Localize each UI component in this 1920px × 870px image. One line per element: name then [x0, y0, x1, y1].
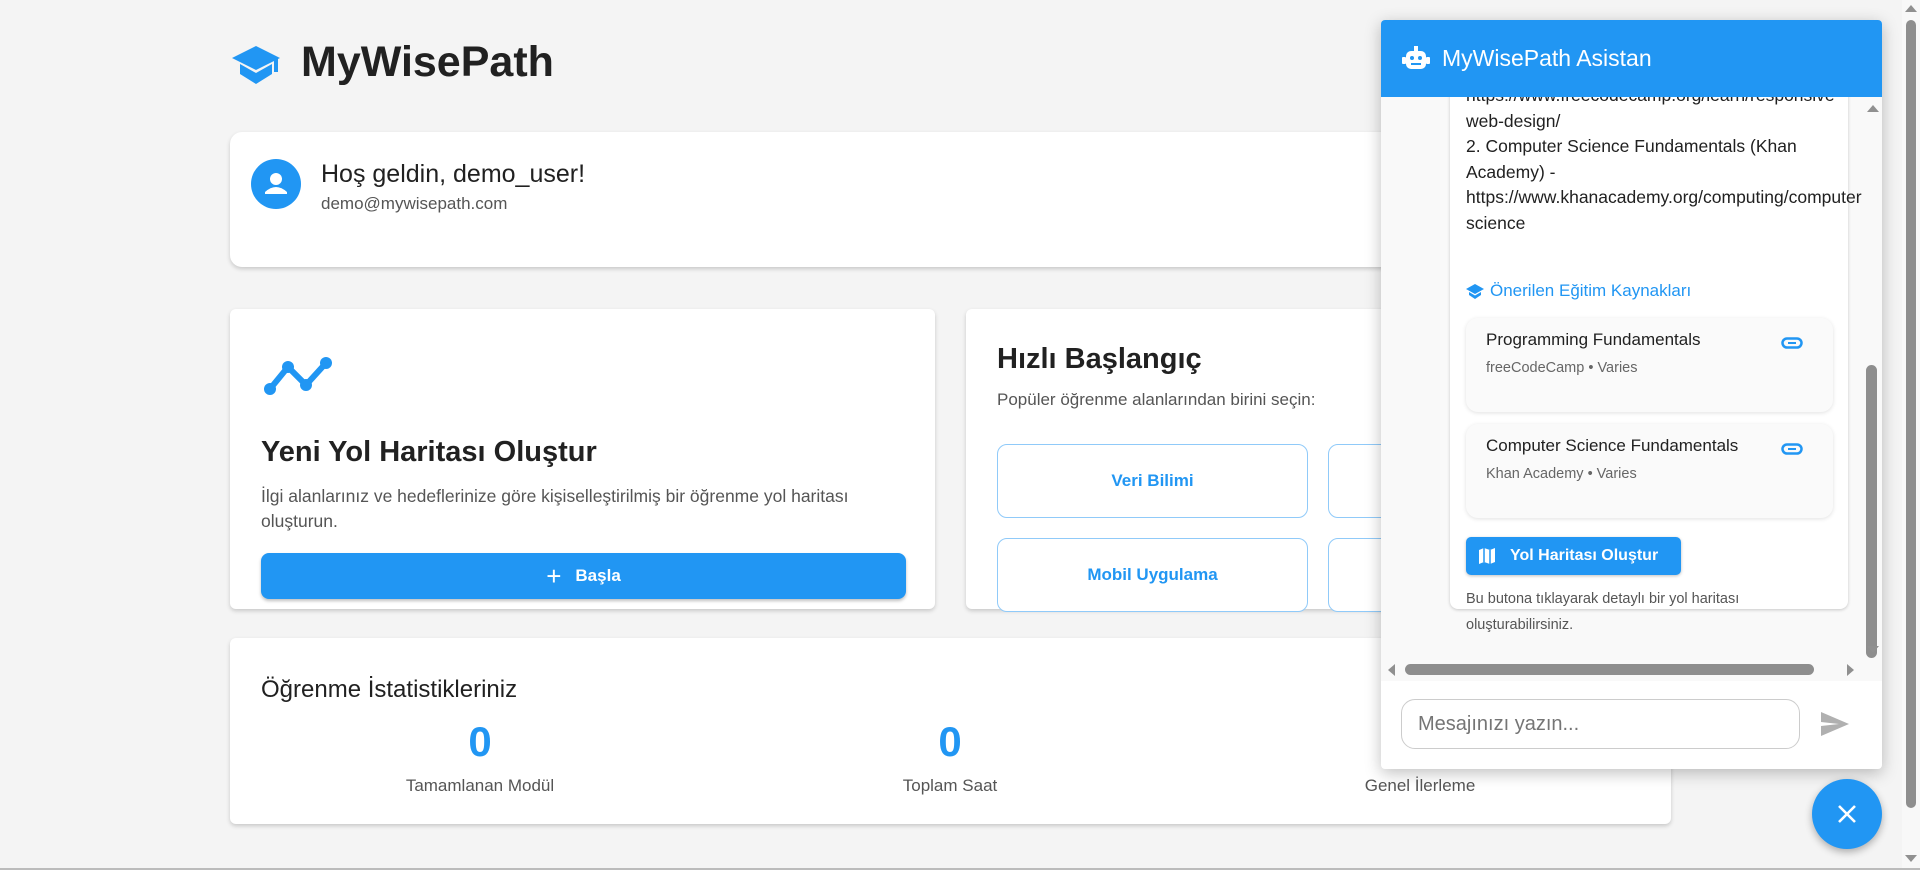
roadmap-note: Bu butona tıklayarak detaylı bir yol har… — [1466, 591, 1740, 633]
plus-icon: + — [546, 561, 562, 591]
scroll-left-arrow[interactable] — [1388, 664, 1395, 676]
new-roadmap-card: Yeni Yol Haritası Oluştur İlgi alanların… — [230, 309, 935, 609]
option-veri-bilimi[interactable]: Veri Bilimi — [997, 444, 1308, 518]
user-icon — [265, 173, 287, 194]
avatar — [251, 159, 301, 209]
link-icon[interactable] — [1781, 442, 1803, 460]
chat-header: MyWisePath Asistan — [1381, 20, 1882, 97]
timeline-icon — [262, 353, 334, 402]
resource-card: Computer Science Fundamentals Khan Acade… — [1466, 424, 1833, 518]
link-icon[interactable] — [1781, 336, 1803, 354]
welcome-greeting: Hoş geldin, demo_user! — [321, 160, 586, 188]
scroll-down-arrow[interactable] — [1867, 646, 1879, 653]
close-icon — [1838, 805, 1856, 823]
page-scroll-down[interactable] — [1905, 855, 1917, 862]
stat-completed-modules: 0 Tamamlanan Modül — [405, 718, 555, 795]
app-title: MyWisePath — [301, 38, 554, 86]
create-roadmap-button[interactable]: Yol Haritası Oluştur — [1466, 537, 1681, 575]
option-mobil-uygulama[interactable]: Mobil Uygulama — [997, 538, 1308, 612]
new-roadmap-title: Yeni Yol Haritası Oluştur — [261, 436, 597, 468]
user-email: demo@mywisepath.com — [321, 194, 508, 213]
assistant-chat-panel: MyWisePath Asistan https://www.freecodec… — [1381, 20, 1882, 769]
chat-messages[interactable]: https://www.freecodecamp.org/learn/respo… — [1381, 97, 1882, 659]
stats-title: Öğrenme İstatistikleriniz — [261, 676, 518, 703]
logo-icon — [232, 46, 280, 89]
resources-heading: Önerilen Eğitim Kaynakları — [1466, 281, 1691, 301]
resource-card: Programming Fundamentals freeCodeCamp • … — [1466, 318, 1833, 412]
page-scroll-thumb[interactable] — [1906, 20, 1916, 808]
page-scroll-up[interactable] — [1905, 5, 1917, 12]
close-chat-button[interactable] — [1812, 779, 1882, 849]
message-input[interactable] — [1401, 699, 1800, 749]
quick-start-title: Hızlı Başlangıç — [997, 343, 1202, 375]
scroll-right-arrow[interactable] — [1847, 664, 1854, 676]
chat-vertical-scrollbar[interactable] — [1862, 97, 1882, 659]
scroll-thumb[interactable] — [1866, 365, 1877, 658]
send-icon[interactable] — [1821, 712, 1849, 741]
map-icon — [1479, 548, 1495, 564]
scroll-up-arrow[interactable] — [1867, 105, 1879, 112]
chat-title: MyWisePath Asistan — [1442, 45, 1652, 71]
stat-total-hours: 0 Toplam Saat — [902, 718, 998, 795]
message-text: https://www.freecodecamp.org/learn/respo… — [1466, 97, 1868, 233]
new-roadmap-description: İlgi alanlarınız ve hedeflerinize göre k… — [261, 486, 849, 531]
chat-horizontal-scrollbar[interactable] — [1381, 646, 1882, 681]
page-scrollbar[interactable] — [1902, 0, 1920, 870]
start-button[interactable]: + Başla — [261, 553, 906, 599]
horizontal-scroll-thumb[interactable] — [1405, 664, 1814, 675]
school-icon — [1466, 283, 1484, 299]
quick-start-subtitle: Popüler öğrenme alanlarından birini seçi… — [997, 390, 1316, 409]
robot-icon — [1402, 45, 1430, 72]
